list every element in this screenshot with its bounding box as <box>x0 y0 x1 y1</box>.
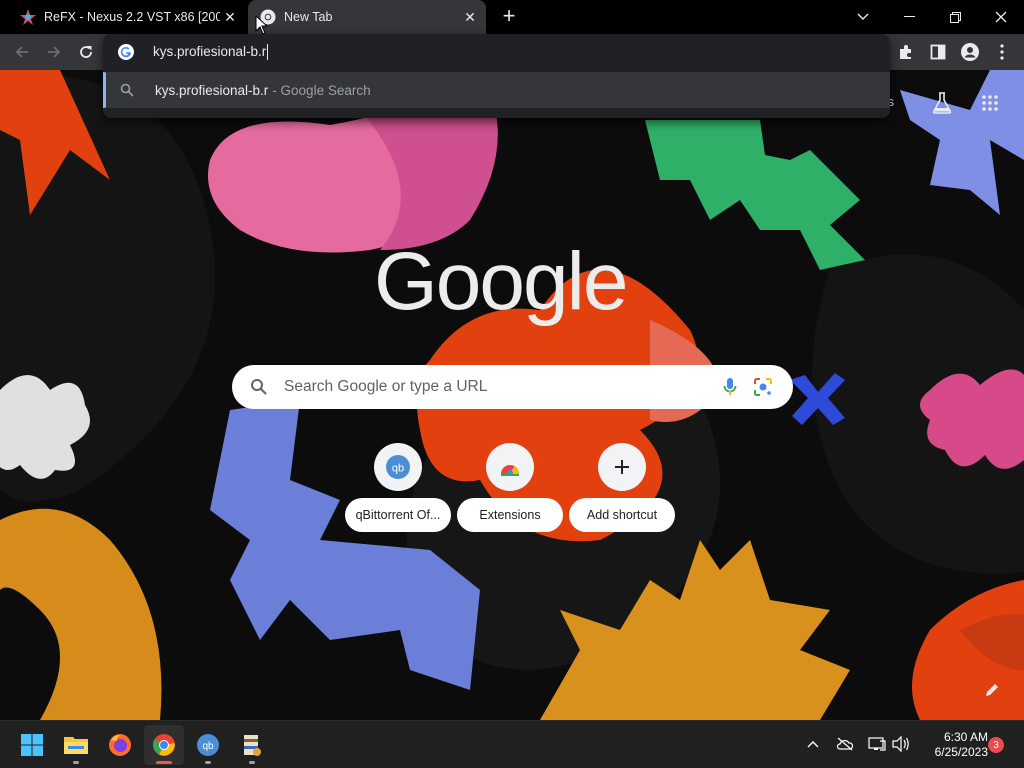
microphone-icon[interactable] <box>723 377 737 397</box>
profile-button[interactable] <box>958 40 982 64</box>
side-panel-button[interactable] <box>926 40 950 64</box>
arrow-left-icon <box>15 46 28 58</box>
shortcut-icon-frame: qb <box>374 443 422 491</box>
back-button[interactable] <box>8 38 36 66</box>
shortcut-label: Extensions <box>457 498 563 532</box>
kebab-menu-icon <box>1000 44 1004 60</box>
running-indicator <box>73 761 79 764</box>
qbittorrent-icon: qb <box>386 455 410 479</box>
volume-tray-icon[interactable] <box>890 733 912 755</box>
clock-date: 6/25/2023 <box>934 745 988 759</box>
shortcut-extensions[interactable]: Extensions <box>457 443 563 537</box>
taskbar-file-explorer[interactable] <box>56 725 96 765</box>
taskbar-winrar[interactable] <box>232 725 272 765</box>
chrome-icon <box>153 734 175 756</box>
shortcut-label: qBittorrent Of... <box>345 498 451 532</box>
taskbar-clock[interactable]: 6:30 AM 6/25/2023 <box>918 730 988 760</box>
search-icon <box>251 379 267 395</box>
screen: ReFX - Nexus 2.2 VST x86 [2009] ✕ New Ta… <box>0 0 1024 768</box>
close-icon <box>995 11 1007 23</box>
google-g-icon <box>118 44 134 60</box>
speaker-icon <box>892 736 909 752</box>
windows-logo-icon <box>21 734 43 756</box>
arrow-right-icon <box>48 46 61 58</box>
shortcut-label: Add shortcut <box>569 498 675 532</box>
apps-grid-icon[interactable] <box>982 95 998 111</box>
tab-new-tab[interactable]: New Tab ✕ <box>248 0 486 34</box>
network-tray-icon[interactable] <box>866 733 888 755</box>
google-lens-icon[interactable] <box>753 377 773 397</box>
network-icon <box>868 737 886 751</box>
svg-text:qb: qb <box>202 741 214 752</box>
minimize-icon <box>903 16 915 17</box>
svg-text:qb: qb <box>392 463 404 475</box>
colorful-star-icon <box>20 9 36 25</box>
suggestion-suffix: - Google Search <box>272 82 371 98</box>
restore-button[interactable] <box>932 0 978 34</box>
folder-icon <box>64 737 88 754</box>
taskbar-qbittorrent[interactable]: qb <box>188 725 228 765</box>
suggestion-query: kys.profiesional-b.r <box>155 82 269 98</box>
reload-button[interactable] <box>72 38 100 66</box>
tab-title: New Tab <box>284 10 333 24</box>
chevron-up-icon <box>807 741 819 748</box>
running-indicator <box>156 761 172 764</box>
menu-button[interactable] <box>990 40 1014 64</box>
close-tab-icon[interactable]: ✕ <box>460 7 480 27</box>
selection-indicator <box>103 72 106 108</box>
ntp-search-box[interactable]: Search Google or type a URL <box>232 365 793 409</box>
clock-time: 6:30 AM <box>943 730 988 744</box>
side-panel-icon <box>930 44 946 60</box>
start-button[interactable] <box>12 725 52 765</box>
google-logo: Google <box>374 236 628 327</box>
new-tab-page: ges Google Search Google or type a URL <box>0 70 1024 720</box>
shortcut-tiles: qb qBittorrent Of... Extensions Add shor… <box>345 443 685 537</box>
close-window-button[interactable] <box>978 0 1024 34</box>
chrome-extensions-icon <box>501 465 519 476</box>
omnibox-popup: kys.profiesional-b.r kys.profiesional-b.… <box>103 34 890 118</box>
reload-icon <box>80 46 92 58</box>
search-placeholder: Search Google or type a URL <box>284 378 488 395</box>
running-indicator <box>249 761 255 764</box>
search-icon <box>120 83 134 97</box>
extensions-button[interactable] <box>894 40 918 64</box>
customize-pencil-icon[interactable] <box>980 678 1004 702</box>
tab-refx[interactable]: ReFX - Nexus 2.2 VST x86 [2009] ✕ <box>8 0 246 34</box>
firefox-icon <box>109 734 131 756</box>
tab-search-button[interactable] <box>840 0 886 34</box>
winrar-icon <box>244 735 261 756</box>
profile-icon <box>961 43 979 61</box>
cloud-off-icon <box>836 737 854 751</box>
shortcut-icon-frame <box>598 443 646 491</box>
restore-icon <box>949 11 961 23</box>
tab-title: ReFX - Nexus 2.2 VST x86 [2009] <box>44 10 220 24</box>
text-caret <box>267 44 269 61</box>
labs-flask-icon[interactable] <box>932 92 952 114</box>
notification-badge[interactable]: 3 <box>988 737 1004 753</box>
onedrive-tray-icon[interactable] <box>834 733 856 755</box>
puzzle-icon <box>900 45 911 59</box>
show-hidden-icons-button[interactable] <box>802 733 824 755</box>
add-shortcut[interactable]: Add shortcut <box>569 443 675 537</box>
taskbar-firefox[interactable] <box>100 725 140 765</box>
chevron-down-icon <box>857 13 869 20</box>
shortcut-qbittorrent[interactable]: qb qBittorrent Of... <box>345 443 451 537</box>
taskbar-chrome[interactable] <box>144 725 184 765</box>
minimize-button[interactable] <box>886 0 932 34</box>
shortcut-icon-frame <box>486 443 534 491</box>
windows-taskbar: qb 6:30 AM 6/25/2023 3 <box>0 720 1024 768</box>
address-bar-text: kys.profiesional-b.r <box>153 43 269 61</box>
new-tab-button[interactable]: + <box>498 5 520 28</box>
forward-button[interactable] <box>40 38 68 66</box>
qbittorrent-icon: qb <box>197 734 219 756</box>
running-indicator <box>205 761 211 764</box>
close-tab-icon[interactable]: ✕ <box>220 7 240 27</box>
plus-icon <box>615 460 629 474</box>
omnibox-suggestion[interactable]: kys.profiesional-b.r - Google Search <box>103 72 890 108</box>
address-bar[interactable]: kys.profiesional-b.r <box>103 34 890 70</box>
tab-strip: ReFX - Nexus 2.2 VST x86 [2009] ✕ New Ta… <box>0 0 1024 35</box>
mouse-cursor-icon <box>255 15 267 35</box>
